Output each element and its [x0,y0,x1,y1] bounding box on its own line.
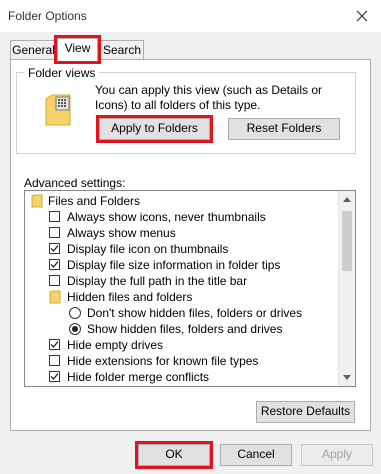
vertical-scrollbar[interactable] [338,191,355,386]
checkbox-checked[interactable] [49,243,60,254]
cancel-label: Cancel [237,447,275,461]
list-item-label: Hide empty drives [67,338,164,352]
tab-search-label: Search [102,43,142,57]
checkbox-checked[interactable] [49,259,60,270]
tab-view[interactable]: View [54,35,101,64]
list-item[interactable]: Show hidden files, folders and drives [25,321,337,337]
scroll-up-button[interactable] [339,191,355,208]
checkmark-icon [50,261,59,268]
list-item[interactable]: Display the full path in the title bar [25,273,337,289]
list-item[interactable]: Hide folder merge conflicts [25,369,337,385]
cancel-button[interactable]: Cancel [220,444,292,466]
reset-folders-label: Reset Folders [246,121,322,135]
list-item: Files and Folders [25,193,337,209]
list-item-label: Always show icons, never thumbnails [67,210,266,224]
chevron-up-icon [343,197,351,202]
list-item-label: Don't show hidden files, folders or driv… [87,306,303,320]
list-item[interactable]: Hide empty drives [25,337,337,353]
list-item-label: Always show menus [67,226,176,240]
list-item[interactable]: Hide extensions for known file types [25,353,337,369]
checkmark-icon [50,245,59,252]
checkbox-checked[interactable] [49,371,60,382]
advanced-settings-list[interactable]: Files and Folders Always show icons, nev… [24,190,356,387]
list-item-label: Display the full path in the title bar [67,274,248,288]
ok-button[interactable]: OK [135,441,213,469]
list-item-label: Hide extensions for known file types [67,354,259,368]
restore-defaults-button[interactable]: Restore Defaults [256,401,355,423]
close-icon [356,10,368,22]
apply-to-folders-label: Apply to Folders [111,121,198,135]
list-item[interactable]: Always show menus [25,225,337,241]
apply-button[interactable]: Apply [301,444,373,466]
radio-button[interactable] [69,307,81,319]
list-item-label: Files and Folders [48,194,141,208]
advanced-settings-label: Advanced settings: [24,176,126,190]
reset-folders-button[interactable]: Reset Folders [228,118,340,140]
checkmark-icon [50,341,59,348]
list-item-label: Hidden files and folders [67,290,193,304]
folder-views-icon [45,94,71,126]
radio-button-selected[interactable] [69,323,81,335]
ok-label: OK [165,447,183,461]
tab-search[interactable]: Search [100,40,144,60]
list-item-label: Show hidden files, folders and drives [87,322,283,336]
scroll-down-button[interactable] [339,369,355,386]
window-title: Folder Options [8,9,87,23]
list-item[interactable]: Display file icon on thumbnails [25,241,337,257]
list-item[interactable]: Display file size information in folder … [25,257,337,273]
title-bar: Folder Options [0,0,381,32]
chevron-down-icon [343,375,351,380]
scroll-thumb[interactable] [342,211,352,271]
checkbox-checked[interactable] [49,339,60,350]
apply-to-folders-button[interactable]: Apply to Folders [96,115,213,143]
list-item[interactable]: Always show icons, never thumbnails [25,209,337,225]
list-item[interactable]: Don't show hidden files, folders or driv… [25,305,337,321]
close-button[interactable] [349,5,375,27]
checkbox[interactable] [49,227,60,238]
checkmark-icon [50,373,59,380]
checkbox[interactable] [49,355,60,366]
restore-defaults-label: Restore Defaults [260,404,351,418]
folder-views-label: Folder views [24,66,100,80]
radio-dot [72,326,78,332]
apply-label: Apply [321,447,353,461]
folder-views-description: You can apply this view (such as Details… [95,83,323,112]
list-item-label: Hide folder merge conflicts [67,370,210,384]
checkbox[interactable] [49,211,60,222]
tab-general-label: General [12,43,55,57]
folder-icon [49,290,61,304]
list-item: Hidden files and folders [25,289,337,305]
list-item-label: Display file size information in folder … [67,258,281,272]
tab-strip: General View Search [0,35,381,64]
checkbox[interactable] [49,275,60,286]
tab-view-label: View [64,41,91,55]
folder-icon [31,194,43,208]
list-item-label: Display file icon on thumbnails [67,242,229,256]
tab-general[interactable]: General [10,40,57,60]
